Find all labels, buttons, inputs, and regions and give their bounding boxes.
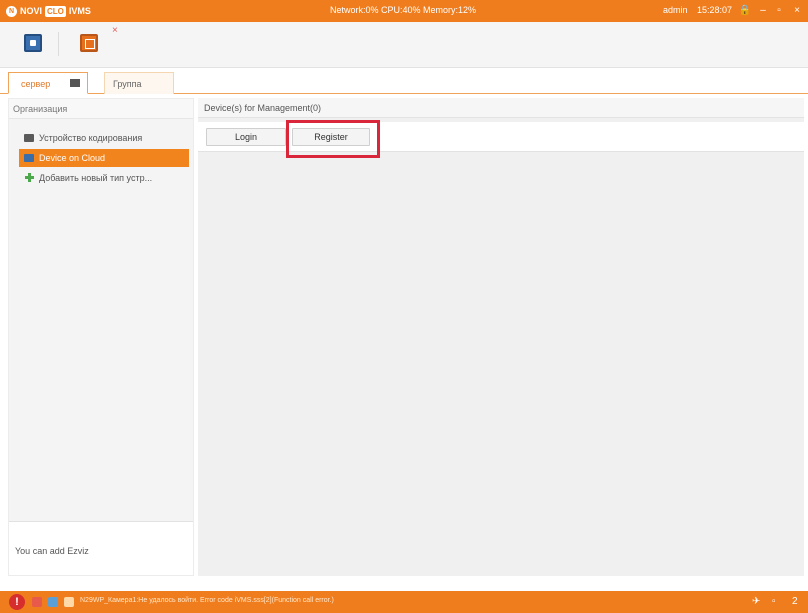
tab-server[interactable]: сервер [8,72,88,94]
device-management-area: Device(s) for Management(0) Login Regist… [198,98,804,576]
lock-icon[interactable]: 🔒 [738,3,752,19]
window-toggle-icon[interactable]: ▫ [772,596,776,607]
tree-item-cloud[interactable]: Device on Cloud [19,149,189,167]
device-type-tree: Устройство кодирования Device on Cloud Д… [19,129,189,189]
tree-item-add-type[interactable]: Добавить новый тип устр... [19,169,189,187]
current-user[interactable]: admin [663,5,688,15]
toolbar-divider [58,32,59,56]
status-bar: ! N29WP_Камера1:Не удалось войти. Error … [0,591,808,613]
add-icon [25,173,34,182]
logo-badge: CLO [45,5,66,17]
logo-brand: NOVI [20,6,43,16]
tree-item-encoder[interactable]: Устройство кодирования [19,129,189,147]
display-icon[interactable] [48,597,58,607]
window-icon[interactable] [80,34,98,52]
cloud-device-icon [24,154,34,162]
clock: 15:28:07 [697,5,733,15]
message-count[interactable]: 2 [792,596,798,607]
device-actions: Login Register [198,122,804,152]
device-list-header: Device(s) for Management(0) [198,98,804,118]
maximize-button[interactable]: ▫ [772,3,786,19]
app-logo: N NOVI CLO IVMS [6,4,91,18]
logo-mark-icon: N [6,5,17,17]
tab-server-label: сервер [21,79,51,89]
panel-header: Организация [9,99,193,119]
event-icon[interactable] [64,597,74,607]
tree-item-label: Добавить новый тип устр... [39,173,153,183]
encoder-device-icon [24,134,34,142]
tab-group-label: Группа [113,79,142,89]
alarm-icon[interactable]: ! [9,594,25,610]
register-button[interactable]: Register [292,128,370,146]
logo-app: IVMS [68,6,91,16]
close-button[interactable]: × [790,3,804,19]
pin-icon[interactable]: ✈ [752,596,760,607]
system-status: Network:0% CPU:40% Memory:12% [330,5,477,15]
server-icon [70,79,80,87]
record-icon[interactable] [32,597,42,607]
tab-bar: сервер Группа [0,68,808,94]
main-toolbar: × [0,22,808,68]
close-tab-icon[interactable]: × [112,26,118,36]
tree-item-label: Устройство кодирования [39,133,143,143]
monitor-icon[interactable] [24,34,42,52]
status-message: N29WP_Камера1:Не удалось войти. Error co… [80,597,334,604]
panel-footer: You can add Ezviz [9,521,193,575]
footer-hint: You can add Ezviz [15,546,89,556]
tab-group[interactable]: Группа [104,72,174,94]
title-bar: N NOVI CLO IVMS Network:0% CPU:40% Memor… [0,0,808,22]
login-button[interactable]: Login [206,128,286,146]
organization-panel: Организация Устройство кодирования Devic… [8,98,194,576]
minimize-button[interactable]: ‒ [756,3,770,19]
tree-item-label: Device on Cloud [39,153,106,163]
